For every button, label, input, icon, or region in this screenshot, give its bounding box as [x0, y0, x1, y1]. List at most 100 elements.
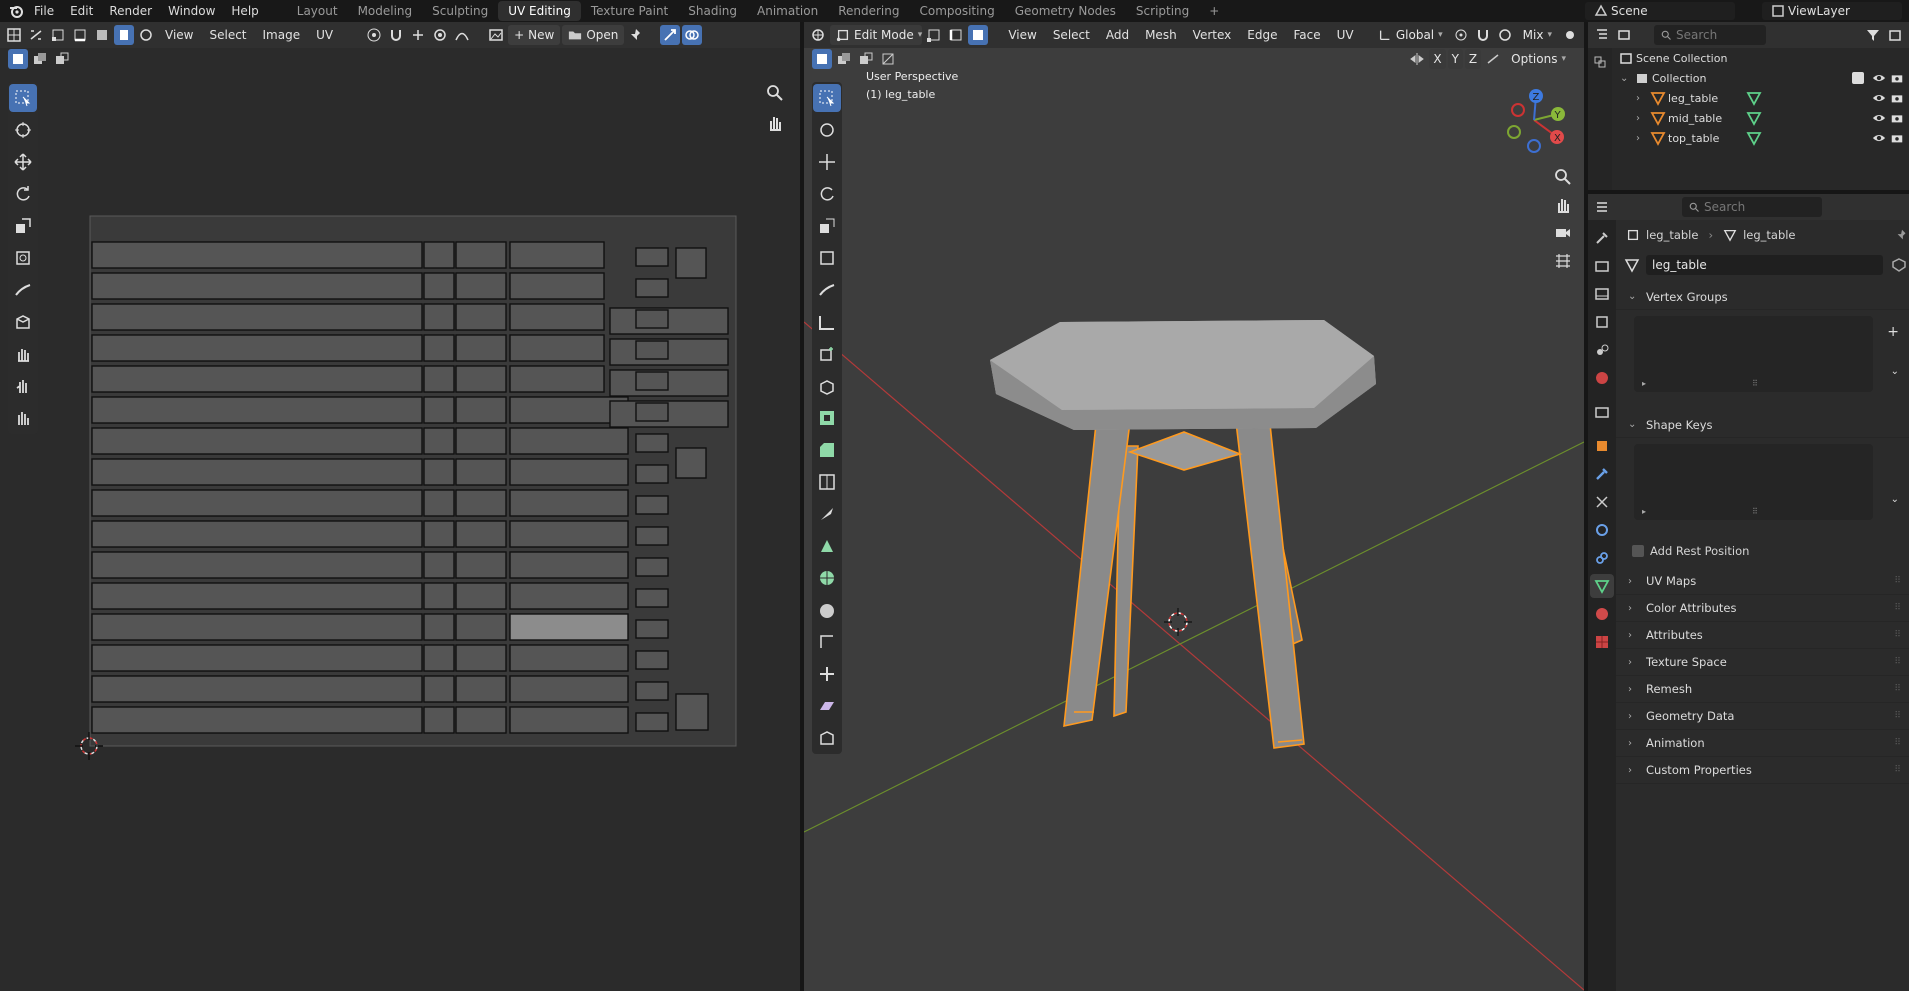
- resize-grip-icon[interactable]: ⠿: [1752, 507, 1758, 516]
- open-image-button[interactable]: Open: [562, 25, 625, 45]
- vp-edge-slide-tool[interactable]: [813, 628, 841, 656]
- tab-animation[interactable]: Animation: [747, 1, 828, 21]
- uv-menu-image[interactable]: Image: [256, 28, 308, 42]
- uv-menu-select[interactable]: Select: [202, 28, 253, 42]
- vp-scale-tool[interactable]: [813, 212, 841, 240]
- tab-uv-editing[interactable]: UV Editing: [498, 1, 581, 21]
- mesh-data-icon[interactable]: [1746, 108, 1762, 128]
- sticky-select-icon[interactable]: [136, 25, 156, 45]
- scene-tab-icon[interactable]: [1590, 338, 1614, 362]
- expand-chevron-icon[interactable]: ›: [1636, 133, 1648, 144]
- mesh-data-tab-icon[interactable]: [1590, 574, 1614, 598]
- collapse-chevron-icon[interactable]: ⌄: [1620, 73, 1632, 84]
- vp-rip-tool[interactable]: [813, 724, 841, 752]
- vp-rotate-tool[interactable]: [813, 180, 841, 208]
- tab-shading[interactable]: Shading: [678, 1, 747, 21]
- expand-chevron-icon[interactable]: ›: [1636, 93, 1648, 104]
- drag-grip-icon[interactable]: ⠿: [1894, 630, 1901, 640]
- new-collection-icon[interactable]: [1885, 25, 1905, 45]
- camera-render-icon[interactable]: [1890, 91, 1904, 105]
- select-new-icon[interactable]: [8, 49, 28, 69]
- blender-logo-icon[interactable]: [6, 1, 26, 21]
- expand-triangle-icon[interactable]: ▸: [1642, 379, 1646, 388]
- particles-tab-icon[interactable]: [1590, 490, 1614, 514]
- tab-sculpting[interactable]: Sculpting: [422, 1, 498, 21]
- outliner-editor-icon[interactable]: [1592, 25, 1612, 45]
- add-rest-position-row[interactable]: Add Rest Position: [1616, 540, 1909, 562]
- overlay-toggle-icon[interactable]: [682, 25, 703, 45]
- expand-chevron-icon[interactable]: ›: [1636, 113, 1648, 124]
- fake-user-icon[interactable]: [1889, 255, 1909, 275]
- select-subtract-icon[interactable]: [52, 49, 72, 69]
- collection-tab-icon[interactable]: [1590, 400, 1614, 424]
- filter-icon[interactable]: [1863, 25, 1883, 45]
- add-vertex-group-button[interactable]: +: [1887, 324, 1899, 340]
- view-layer-tab-icon[interactable]: [1590, 310, 1614, 334]
- mesh-data-icon[interactable]: [1746, 128, 1762, 148]
- vertex-groups-list[interactable]: ▸ ⠿: [1634, 316, 1873, 392]
- collection-row[interactable]: ⌄ Collection: [1588, 68, 1909, 88]
- gizmo-toggle-icon[interactable]: [660, 25, 681, 45]
- vp-transform-tool[interactable]: [813, 244, 841, 272]
- output-tab-icon[interactable]: [1590, 282, 1614, 306]
- vp-knife-tool[interactable]: [813, 500, 841, 528]
- vp-select-box-tool[interactable]: [813, 84, 841, 112]
- menu-render[interactable]: Render: [101, 4, 160, 18]
- tab-scripting[interactable]: Scripting: [1126, 1, 1199, 21]
- viewport-scene[interactable]: [804, 22, 1584, 991]
- vp-add-cube-tool[interactable]: [813, 340, 841, 368]
- uv-zoom-icon[interactable]: [766, 84, 784, 102]
- tab-layout[interactable]: Layout: [287, 1, 348, 21]
- vp-move-tool[interactable]: [813, 148, 841, 176]
- outliner-object-row[interactable]: › top_table: [1588, 128, 1909, 148]
- pivot-icon[interactable]: [364, 25, 384, 45]
- menu-file[interactable]: File: [26, 4, 62, 18]
- menu-edit[interactable]: Edit: [62, 4, 101, 18]
- add-rest-position-checkbox[interactable]: [1632, 545, 1644, 557]
- pan-icon[interactable]: [1554, 196, 1572, 214]
- camera-view-icon[interactable]: [1554, 224, 1572, 242]
- tab-geometry-nodes[interactable]: Geometry Nodes: [1005, 1, 1126, 21]
- vp-cursor-tool[interactable]: [813, 116, 841, 144]
- mesh-name-field[interactable]: leg_table: [1646, 255, 1883, 275]
- texture-tab-icon[interactable]: [1590, 630, 1614, 654]
- shape-keys-list[interactable]: ▸ ⠿: [1634, 444, 1873, 520]
- drag-grip-icon[interactable]: ⠿: [1894, 711, 1901, 721]
- vertex-select-icon[interactable]: [48, 25, 68, 45]
- uv-canvas[interactable]: [0, 70, 800, 991]
- select-extend-icon[interactable]: [30, 49, 50, 69]
- drag-grip-icon[interactable]: ⠿: [1894, 657, 1901, 667]
- panel-custom-properties[interactable]: › Custom Properties ⠿: [1616, 757, 1909, 784]
- vp-annotate-tool[interactable]: [813, 276, 841, 304]
- camera-render-icon[interactable]: [1890, 131, 1904, 145]
- resize-grip-icon[interactable]: ⠿: [1752, 379, 1758, 388]
- vp-poly-build-tool[interactable]: [813, 532, 841, 560]
- properties-search-input[interactable]: Search: [1682, 197, 1822, 217]
- face-select-icon[interactable]: [92, 25, 112, 45]
- ortho-toggle-icon[interactable]: [1554, 252, 1572, 270]
- shape-key-menu-icon[interactable]: ⌄: [1891, 494, 1899, 505]
- tab-modeling[interactable]: Modeling: [348, 1, 423, 21]
- scene-collection-row[interactable]: Scene Collection: [1588, 48, 1909, 68]
- shape-keys-panel[interactable]: ⌄ Shape Keys: [1616, 412, 1909, 438]
- mesh-browse-icon[interactable]: [1622, 255, 1642, 275]
- eye-icon[interactable]: [1872, 131, 1886, 145]
- vp-inset-tool[interactable]: [813, 404, 841, 432]
- physics-tab-icon[interactable]: [1590, 518, 1614, 542]
- panel-animation[interactable]: › Animation ⠿: [1616, 730, 1909, 757]
- vp-measure-tool[interactable]: [813, 308, 841, 336]
- collection-checkbox[interactable]: [1852, 72, 1864, 84]
- drag-grip-icon[interactable]: ⠿: [1894, 765, 1901, 775]
- constraints-tab-icon[interactable]: [1590, 546, 1614, 570]
- eye-icon[interactable]: [1872, 111, 1886, 125]
- uv-menu-uv[interactable]: UV: [309, 28, 340, 42]
- display-mode-icon[interactable]: [1614, 25, 1634, 45]
- add-workspace-button[interactable]: +: [1199, 1, 1229, 21]
- panel-texture-space[interactable]: › Texture Space ⠿: [1616, 649, 1909, 676]
- uv-menu-view[interactable]: View: [158, 28, 200, 42]
- menu-window[interactable]: Window: [160, 4, 223, 18]
- menu-help[interactable]: Help: [223, 4, 266, 18]
- falloff-icon[interactable]: [452, 25, 472, 45]
- vp-extrude-tool[interactable]: [813, 372, 841, 400]
- zoom-icon[interactable]: [1554, 168, 1572, 186]
